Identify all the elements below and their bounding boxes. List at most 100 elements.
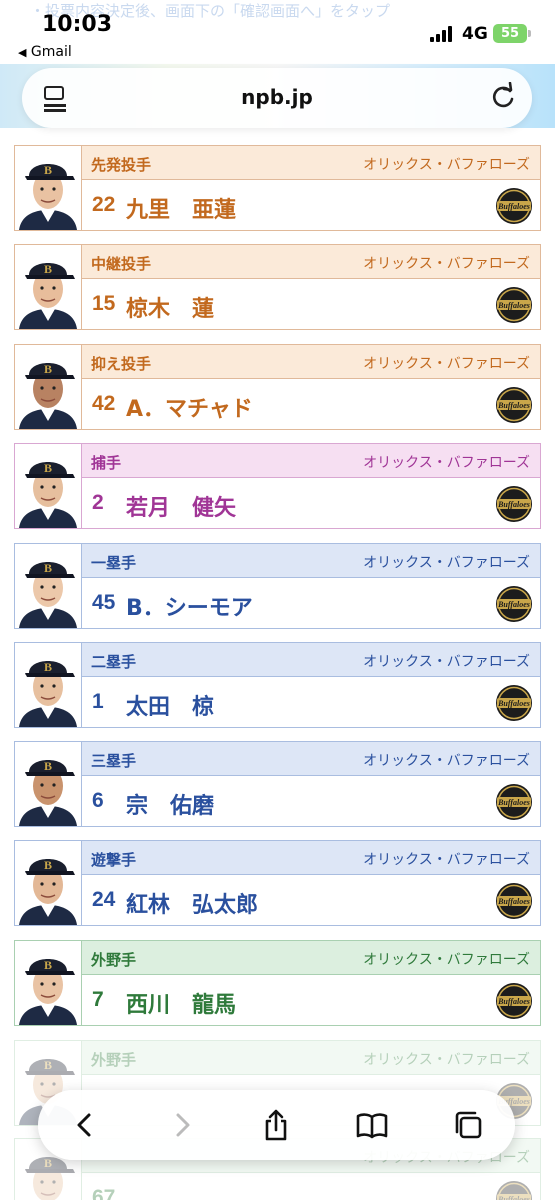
card-header: 遊撃手 オリックス・バファローズ [81, 841, 540, 875]
network-type: 4G [462, 24, 488, 44]
team-label: オリックス・バファローズ [363, 356, 530, 372]
player-name: 椋木 蓮 [126, 297, 215, 322]
book-icon[interactable] [355, 1108, 389, 1142]
uniform-number: 42 [92, 392, 116, 415]
player-card[interactable]: B 捕手 オリックス・バファローズ 2 若月 健矢 Buffaloes [14, 443, 541, 529]
buffaloes-logo: Buffaloes [495, 485, 533, 523]
player-name: 九里 亜蓮 [126, 198, 237, 223]
svg-text:Buffaloes: Buffaloes [497, 798, 530, 807]
share-icon[interactable] [259, 1108, 293, 1142]
uniform-number: 67 [92, 1186, 116, 1200]
player-name: 紅林 弘太郎 [126, 893, 259, 918]
player-card[interactable]: B 遊撃手 オリックス・バファローズ 24 紅林 弘太郎 Buffaloes [14, 840, 541, 926]
chevron-left-icon[interactable] [68, 1108, 102, 1142]
player-photo: B [15, 941, 81, 1025]
svg-text:B: B [44, 561, 52, 575]
card-body: 67 Buffaloes [81, 1173, 540, 1200]
svg-text:Buffaloes: Buffaloes [497, 699, 530, 708]
tabs-icon[interactable] [451, 1108, 485, 1142]
team-label: オリックス・バファローズ [363, 753, 530, 769]
back-app-label: Gmail [30, 44, 72, 60]
card-body: 6 宗 佑磨 Buffaloes [81, 776, 540, 826]
player-card[interactable]: B 外野手 オリックス・バファローズ 7 西川 龍馬 Buffaloes [14, 940, 541, 1026]
player-card[interactable]: B 三塁手 オリックス・バファローズ 6 宗 佑磨 Buffaloes [14, 741, 541, 827]
buffaloes-logo: Buffaloes [495, 684, 533, 722]
team-label: オリックス・バファローズ [363, 555, 530, 571]
uniform-number: 6 [92, 789, 104, 812]
player-photo: B [15, 245, 81, 329]
player-card[interactable]: B 先発投手 オリックス・バファローズ 22 九里 亜蓮 Buffaloes [14, 145, 541, 231]
team-label: オリックス・バファローズ [363, 455, 530, 471]
player-photo: B [15, 841, 81, 925]
player-photo: B [15, 544, 81, 628]
svg-text:Buffaloes: Buffaloes [497, 202, 530, 211]
team-label: オリックス・バファローズ [363, 1052, 530, 1068]
position-label: 外野手 [91, 1051, 137, 1069]
buffaloes-logo: Buffaloes [495, 982, 533, 1020]
card-body: 24 紅林 弘太郎 Buffaloes [81, 875, 540, 925]
svg-text:Buffaloes: Buffaloes [497, 897, 530, 906]
svg-text:Buffaloes: Buffaloes [497, 600, 530, 609]
player-card[interactable]: B 中継投手 オリックス・バファローズ 15 椋木 蓮 Buffaloes [14, 244, 541, 330]
card-header: 三塁手 オリックス・バファローズ [81, 742, 540, 776]
position-label: 抑え投手 [91, 355, 152, 373]
uniform-number: 24 [92, 888, 116, 911]
uniform-number: 2 [92, 491, 104, 514]
address-bar[interactable]: npb.jp [22, 68, 532, 128]
svg-text:B: B [44, 1058, 52, 1072]
svg-text:Buffaloes: Buffaloes [497, 997, 530, 1006]
card-header: 中継投手 オリックス・バファローズ [81, 245, 540, 279]
back-to-app-link[interactable]: ◀ Gmail [18, 44, 72, 60]
position-label: 先発投手 [91, 156, 152, 174]
svg-text:B: B [44, 759, 52, 773]
chevron-right-icon[interactable] [165, 1108, 199, 1142]
svg-text:Buffaloes: Buffaloes [497, 301, 530, 310]
player-photo: B [15, 643, 81, 727]
buffaloes-logo: Buffaloes [495, 1180, 533, 1200]
card-body: 42 A．マチャド Buffaloes [81, 379, 540, 429]
svg-text:Buffaloes: Buffaloes [497, 1195, 530, 1200]
uniform-number: 7 [92, 988, 104, 1011]
clock: 10:03 [42, 12, 113, 37]
team-label: オリックス・バファローズ [363, 157, 530, 173]
player-photo: B [15, 345, 81, 429]
card-body: 45 B．シーモア Buffaloes [81, 578, 540, 628]
position-label: 捕手 [91, 454, 122, 472]
card-body: 7 西川 龍馬 Buffaloes [81, 975, 540, 1025]
player-card[interactable]: B 二塁手 オリックス・バファローズ 1 太田 椋 Buffaloes [14, 642, 541, 728]
team-label: オリックス・バファローズ [363, 852, 530, 868]
uniform-number: 22 [92, 193, 116, 216]
position-label: 中継投手 [91, 255, 152, 273]
position-label: 三塁手 [91, 752, 137, 770]
card-header: 二塁手 オリックス・バファローズ [81, 643, 540, 677]
battery-level: 55 [500, 26, 520, 41]
browser-toolbar [38, 1090, 515, 1160]
player-photo: B [15, 146, 81, 230]
url-text[interactable]: npb.jp [22, 85, 532, 109]
position-label: 外野手 [91, 951, 137, 969]
card-body: 2 若月 健矢 Buffaloes [81, 478, 540, 528]
reload-icon[interactable] [488, 82, 518, 112]
svg-text:B: B [44, 362, 52, 376]
status-bar: ・投票内容決定後、画面下の「確認画面へ」をタップ 10:03 ◀ Gmail 4… [0, 0, 555, 64]
back-triangle-icon: ◀ [18, 46, 27, 59]
player-name: 太田 椋 [126, 695, 215, 720]
player-card[interactable]: B 一塁手 オリックス・バファローズ 45 B．シーモア Buffaloes [14, 543, 541, 629]
uniform-number: 45 [92, 591, 116, 614]
svg-text:Buffaloes: Buffaloes [497, 500, 530, 509]
svg-text:B: B [44, 1156, 52, 1170]
card-header: 一塁手 オリックス・バファローズ [81, 544, 540, 578]
card-body: 22 九里 亜蓮 Buffaloes [81, 180, 540, 230]
svg-text:B: B [44, 858, 52, 872]
team-label: オリックス・バファローズ [363, 952, 530, 968]
card-body: 1 太田 椋 Buffaloes [81, 677, 540, 727]
player-name: 若月 健矢 [126, 496, 237, 521]
svg-text:Buffaloes: Buffaloes [497, 401, 530, 410]
svg-text:B: B [44, 660, 52, 674]
position-label: 遊撃手 [91, 851, 137, 869]
player-photo: B [15, 444, 81, 528]
battery-icon: 55 [493, 24, 531, 43]
team-label: オリックス・バファローズ [363, 256, 530, 272]
position-label: 二塁手 [91, 653, 137, 671]
player-card[interactable]: B 抑え投手 オリックス・バファローズ 42 A．マチャド Buffaloes [14, 344, 541, 430]
